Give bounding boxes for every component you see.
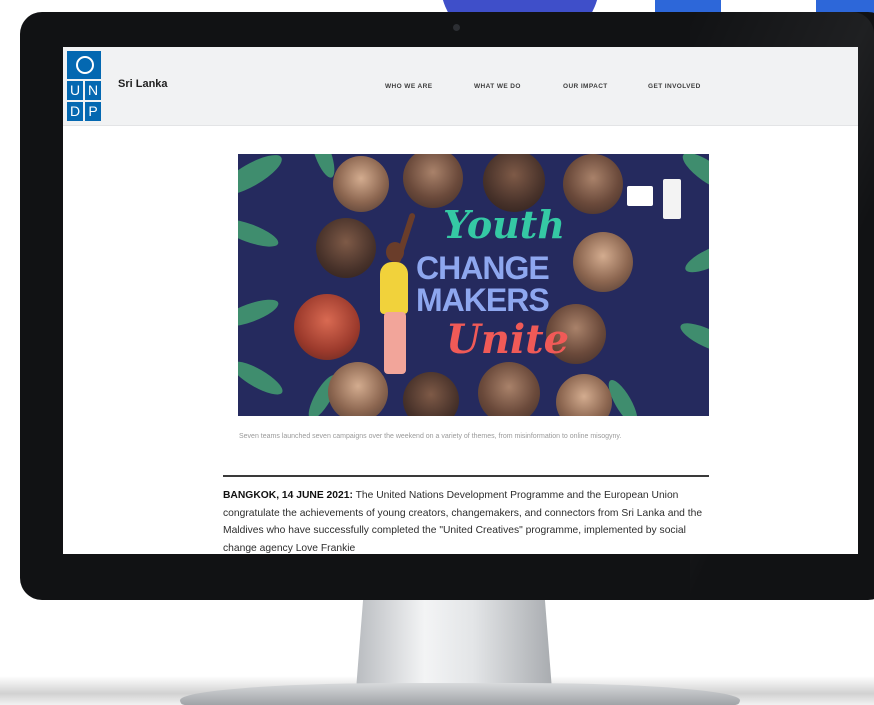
logo-letter: D: [67, 102, 83, 121]
participant-photo: [316, 218, 376, 278]
leaf-shape: [676, 317, 709, 359]
undp-logo[interactable]: U N D P: [67, 51, 101, 121]
logo-letter: P: [85, 102, 101, 121]
leaf-shape: [681, 238, 709, 278]
divider: [223, 475, 709, 477]
camera-icon: [453, 24, 460, 31]
participant-photo: [328, 362, 388, 416]
leaf-shape: [238, 213, 282, 253]
participant-photo: [403, 154, 463, 208]
nav-get-involved[interactable]: GET INVOLVED: [648, 83, 701, 90]
hero-title-youth: Youth: [443, 202, 565, 247]
article-dateline: BANGKOK, 14 JUNE 2021:: [223, 490, 353, 501]
partner-logo: [627, 186, 653, 206]
monitor-stand: [356, 590, 552, 690]
leaf-shape: [238, 154, 287, 203]
leaf-shape: [238, 355, 287, 401]
site-name[interactable]: Sri Lanka: [118, 78, 168, 90]
hero-title-makers: MAKERS: [416, 282, 550, 318]
participant-photo: [573, 232, 633, 292]
article-body: BANGKOK, 14 JUNE 2021: The United Nation…: [223, 487, 709, 554]
nav-what-we-do[interactable]: WHAT WE DO: [474, 83, 521, 90]
monitor-base: [180, 683, 740, 705]
hero-image: Youth CHANGE MAKERS Unite: [238, 154, 709, 416]
site-header: U N D P Sri Lanka WHO WE ARE WHAT WE DO …: [63, 47, 858, 126]
logo-letter: N: [85, 81, 101, 100]
logo-letter: U: [67, 81, 83, 100]
partner-logo: [663, 179, 681, 219]
participant-photo: [403, 372, 459, 416]
browser-screen: U N D P Sri Lanka WHO WE ARE WHAT WE DO …: [63, 47, 858, 554]
participant-photo: [556, 374, 612, 416]
participant-photo: [333, 156, 389, 212]
illustration-figure: [386, 242, 404, 262]
hero-title-unite: Unite: [446, 316, 570, 363]
leaf-shape: [677, 154, 709, 198]
illustration-figure: [380, 262, 408, 314]
participant-photo: [563, 154, 623, 214]
image-caption: Seven teams launched seven campaigns ove…: [239, 433, 622, 440]
nav-who-we-are[interactable]: WHO WE ARE: [385, 83, 432, 90]
un-emblem-icon: [67, 51, 101, 79]
leaf-shape: [238, 294, 282, 332]
participant-photo: [294, 294, 360, 360]
nav-our-impact[interactable]: OUR IMPACT: [563, 83, 608, 90]
illustration-figure: [384, 312, 406, 374]
participant-photo: [478, 362, 540, 416]
